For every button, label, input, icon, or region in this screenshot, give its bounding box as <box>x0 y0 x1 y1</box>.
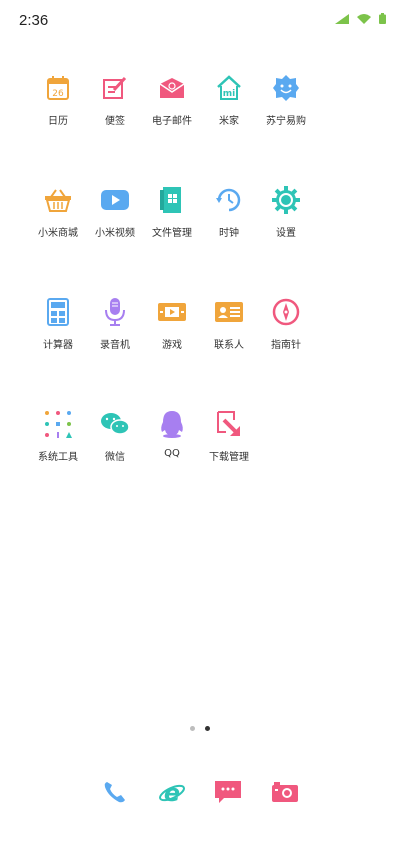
home-icon: mi <box>213 72 245 104</box>
app-settings[interactable]: 设置 <box>258 184 314 239</box>
app-label: 米家 <box>219 116 239 127</box>
calculator-icon <box>42 296 74 328</box>
folder-icon <box>156 184 188 216</box>
download-icon <box>213 408 245 440</box>
clock-icon <box>213 184 245 216</box>
app-label: 录音机 <box>100 340 130 351</box>
app-label: 计算器 <box>43 340 73 351</box>
app-row: 小米商城 小米视频 文件管理 时钟 设置 <box>30 184 370 264</box>
app-downloads[interactable]: 下载管理 <box>201 408 257 463</box>
notes-icon <box>99 72 131 104</box>
status-bar: 2:36 <box>0 0 400 44</box>
qq-penguin-icon <box>156 408 188 440</box>
app-system-tools[interactable]: 系统工具 <box>30 408 86 463</box>
status-time: 2:36 <box>19 12 49 29</box>
basket-icon <box>42 184 74 216</box>
app-calculator[interactable]: 计算器 <box>30 296 86 351</box>
app-file-manager[interactable]: 文件管理 <box>144 184 200 239</box>
signal-icon <box>335 13 349 24</box>
app-mi-video[interactable]: 小米视频 <box>87 184 143 239</box>
dock: e <box>0 772 400 812</box>
app-row: 计算器 录音机 游戏 联系人 指南针 <box>30 296 370 376</box>
app-label: 日历 <box>48 116 68 127</box>
app-label: 指南针 <box>271 340 301 351</box>
page-indicator <box>0 726 400 731</box>
app-label: 游戏 <box>162 340 182 351</box>
app-row: 系统工具 微信 QQ 下载管理 <box>30 408 370 488</box>
app-row: 26 日历 便签 电子邮件 mi 米家 苏宁易购 <box>30 72 370 152</box>
dock-messages[interactable] <box>200 776 256 808</box>
app-label: 小米视频 <box>95 228 135 239</box>
message-icon <box>212 776 244 808</box>
app-calendar[interactable]: 26 日历 <box>30 72 86 127</box>
app-qq[interactable]: QQ <box>144 408 200 459</box>
page-dot-active[interactable] <box>205 726 210 731</box>
app-label: 文件管理 <box>152 228 192 239</box>
wifi-icon <box>357 13 371 24</box>
app-wechat[interactable]: 微信 <box>87 408 143 463</box>
app-suning[interactable]: 苏宁易购 <box>258 72 314 127</box>
app-label: 小米商城 <box>38 228 78 239</box>
app-label: 苏宁易购 <box>266 116 306 127</box>
svg-text:e: e <box>164 779 180 806</box>
email-icon <box>156 72 188 104</box>
app-label: 下载管理 <box>209 452 249 463</box>
app-label: 系统工具 <box>38 452 78 463</box>
suning-icon <box>270 72 302 104</box>
app-recorder[interactable]: 录音机 <box>87 296 143 351</box>
gamepad-icon <box>156 296 188 328</box>
app-label: 便签 <box>105 116 125 127</box>
camera-icon <box>269 776 301 808</box>
play-icon <box>99 184 131 216</box>
app-label: 微信 <box>105 452 125 463</box>
status-icons <box>335 13 386 24</box>
app-notes[interactable]: 便签 <box>87 72 143 127</box>
battery-icon <box>379 13 386 24</box>
app-games[interactable]: 游戏 <box>144 296 200 351</box>
app-mihome[interactable]: mi 米家 <box>201 72 257 127</box>
app-label: 电子邮件 <box>152 116 192 127</box>
calendar-icon: 26 <box>42 72 74 104</box>
dock-phone[interactable] <box>87 776 143 808</box>
contact-card-icon <box>213 296 245 328</box>
svg-text:mi: mi <box>223 89 235 99</box>
app-label: 设置 <box>276 228 296 239</box>
microphone-icon <box>99 296 131 328</box>
page-dot[interactable] <box>190 726 195 731</box>
gear-icon <box>270 184 302 216</box>
app-label: 联系人 <box>214 340 244 351</box>
browser-e-icon: e <box>156 776 188 808</box>
calendar-day: 26 <box>52 89 64 99</box>
app-mi-store[interactable]: 小米商城 <box>30 184 86 239</box>
compass-icon <box>270 296 302 328</box>
dock-camera[interactable] <box>257 776 313 808</box>
wechat-icon <box>99 408 131 440</box>
phone-icon <box>99 776 131 808</box>
system-tools-folder-icon <box>42 408 74 440</box>
app-clock[interactable]: 时钟 <box>201 184 257 239</box>
app-email[interactable]: 电子邮件 <box>144 72 200 127</box>
app-contacts[interactable]: 联系人 <box>201 296 257 351</box>
app-label: 时钟 <box>219 228 239 239</box>
app-label: QQ <box>164 448 180 459</box>
app-compass[interactable]: 指南针 <box>258 296 314 351</box>
dock-browser[interactable]: e <box>144 776 200 808</box>
